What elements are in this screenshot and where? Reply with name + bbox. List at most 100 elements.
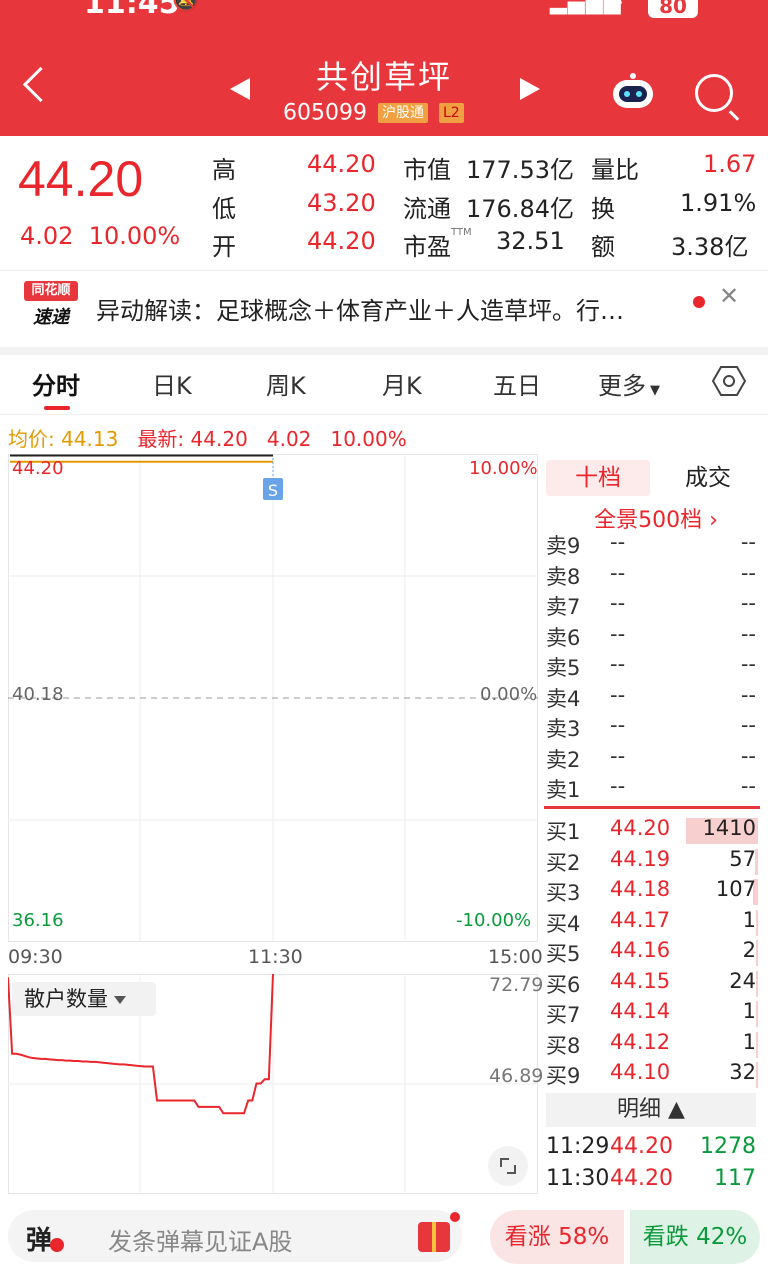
tab-monthly-k[interactable]: 月K (382, 366, 422, 401)
tab-trades[interactable]: 成交 (656, 460, 760, 496)
indicator-selector[interactable]: 散户数量 (12, 982, 156, 1016)
price-axis-mid: 40.18 (12, 684, 64, 705)
bid-volume-bar (756, 1031, 758, 1058)
bid-row[interactable]: 买2 44.19 57 (546, 847, 760, 877)
bid-volume: 32 (729, 1060, 756, 1084)
ask-level: 卖8 (546, 564, 581, 589)
bid-volume-bar (756, 1062, 758, 1088)
bid-level: 买1 (546, 820, 581, 844)
bid-price: 44.17 (610, 907, 671, 932)
bid-price: 44.12 (610, 1029, 671, 1054)
vote-up-button[interactable]: 看涨 58% (490, 1210, 624, 1264)
bid-level: 买2 (546, 850, 581, 875)
ask-volume: -- (740, 560, 756, 585)
next-stock-icon[interactable] (520, 78, 540, 100)
detail-toggle[interactable]: 明细 ▲ (546, 1093, 756, 1127)
wifi-icon: ◠ (602, 0, 623, 16)
news-banner[interactable]: 同花顺 速递 异动解读：足球概念＋体育产业＋人造草坪。行… (0, 270, 768, 355)
danmu-placeholder: 发条弹幕见证A股 (108, 1228, 293, 1256)
ask-price: -- (610, 682, 626, 707)
ask-row[interactable]: 卖4 -- -- (546, 683, 760, 713)
ask-row[interactable]: 卖9 -- -- (546, 530, 760, 560)
bid-volume-bar (756, 970, 758, 997)
trade-volume: 1278 (700, 1134, 756, 1159)
tab-intraday[interactable]: 分时 (32, 366, 80, 401)
ask-level: 卖3 (546, 717, 581, 741)
unread-dot (693, 296, 705, 308)
tab-five-day[interactable]: 五日 (493, 366, 541, 401)
ask-row[interactable]: 卖6 -- -- (546, 622, 760, 652)
ask-level: 卖1 (546, 778, 581, 802)
bid-volume: 1 (742, 999, 756, 1023)
fullscreen-icon[interactable] (488, 1146, 528, 1186)
stock-code: 605099 (283, 100, 367, 126)
gift-dot (450, 1212, 460, 1222)
ask-price: -- (610, 530, 626, 554)
ask-volume: -- (740, 621, 756, 646)
ask-level: 卖6 (546, 625, 581, 650)
prev-stock-icon[interactable] (230, 78, 250, 100)
bid-row[interactable]: 买6 44.15 24 (546, 969, 760, 999)
turnover-value: 1.91% (680, 189, 757, 217)
trade-time: 11:29 (546, 1134, 610, 1159)
ask-row[interactable]: 卖3 -- -- (546, 713, 760, 743)
chart-tabs: 分时 日K 周K 月K 五日 更多 ▼ (0, 354, 768, 415)
ask-price: -- (610, 743, 626, 768)
time-tick-close: 15:00 (488, 946, 543, 968)
ask-row[interactable]: 卖5 -- -- (546, 652, 760, 682)
danmu-input[interactable]: 弹 发条弹幕见证A股 (8, 1210, 462, 1262)
bid-row[interactable]: 买4 44.17 1 (546, 908, 760, 938)
bid-row[interactable]: 买3 44.18 107 (546, 877, 760, 907)
danmu-icon: 弹 (26, 1226, 53, 1256)
bid-volume: 1 (742, 1029, 756, 1054)
bid-row[interactable]: 买7 44.14 1 (546, 999, 760, 1029)
ask-row[interactable]: 卖7 -- -- (546, 591, 760, 621)
bid-volume: 1410 (702, 816, 756, 840)
search-icon[interactable] (695, 74, 733, 112)
latest-change: 4.02 (266, 427, 312, 451)
bid-row[interactable]: 买9 44.10 32 (546, 1060, 760, 1090)
bid-price: 44.18 (610, 877, 671, 901)
gift-icon[interactable] (418, 1222, 450, 1252)
tab-more[interactable]: 更多 ▼ (598, 366, 660, 401)
tab-daily-k[interactable]: 日K (152, 366, 192, 401)
open-label: 开 (212, 233, 236, 261)
intraday-chart[interactable]: S (8, 454, 538, 942)
tab-weekly-k[interactable]: 周K (266, 366, 306, 401)
ask-row[interactable]: 卖8 -- -- (546, 561, 760, 591)
bid-volume: 24 (729, 968, 756, 993)
lower-axis-top: 72.79 (489, 974, 544, 996)
ask-price: -- (610, 621, 626, 646)
battery-icon: 80 (648, 0, 698, 18)
ask-level: 卖7 (546, 595, 581, 619)
bid-price: 44.14 (610, 999, 671, 1023)
bid-row[interactable]: 买1 44.20 1410 (546, 816, 760, 846)
news-text: 异动解读：足球概念＋体育产业＋人造草坪。行… (96, 297, 624, 325)
ask-volume: -- (740, 591, 756, 615)
low-label: 低 (212, 195, 236, 223)
ask-volume: -- (740, 652, 756, 676)
ask-volume: -- (740, 774, 756, 798)
bid-level: 买6 (546, 972, 581, 997)
order-book-panel: 十档 成交 全景500档 › 卖9 -- -- 卖8 -- -- 卖7 -- -- 卖… (544, 454, 768, 1194)
ask-price: -- (610, 652, 626, 676)
robot-assistant-icon[interactable] (610, 70, 656, 110)
bid-row[interactable]: 买5 44.16 2 (546, 938, 760, 968)
ask-level: 卖4 (546, 686, 581, 711)
price-change: 4.02 10.00% (20, 222, 181, 250)
tab-ten-levels[interactable]: 十档 (546, 460, 650, 496)
status-bar: 11:45 🔕 ▂▄▆█ ◠ 80 (0, 0, 768, 22)
open-value: 44.20 (307, 227, 376, 255)
settings-hexagon-icon[interactable] (712, 364, 746, 398)
mute-bell-icon: 🔕 (172, 0, 200, 13)
bid-price: 44.20 (610, 816, 671, 840)
ask-row[interactable]: 卖2 -- -- (546, 744, 760, 774)
lower-axis-mid: 46.89 (489, 1065, 544, 1087)
bid-row[interactable]: 买8 44.12 1 (546, 1030, 760, 1060)
close-icon[interactable]: ✕ (719, 282, 739, 310)
vote-down-button[interactable]: 看跌 42% (630, 1210, 760, 1264)
volume-ratio-label: 量比 (591, 156, 639, 184)
high-value: 44.20 (307, 150, 376, 178)
ask-row[interactable]: 卖1 -- -- (546, 774, 760, 804)
ask-volume: -- (740, 713, 756, 737)
